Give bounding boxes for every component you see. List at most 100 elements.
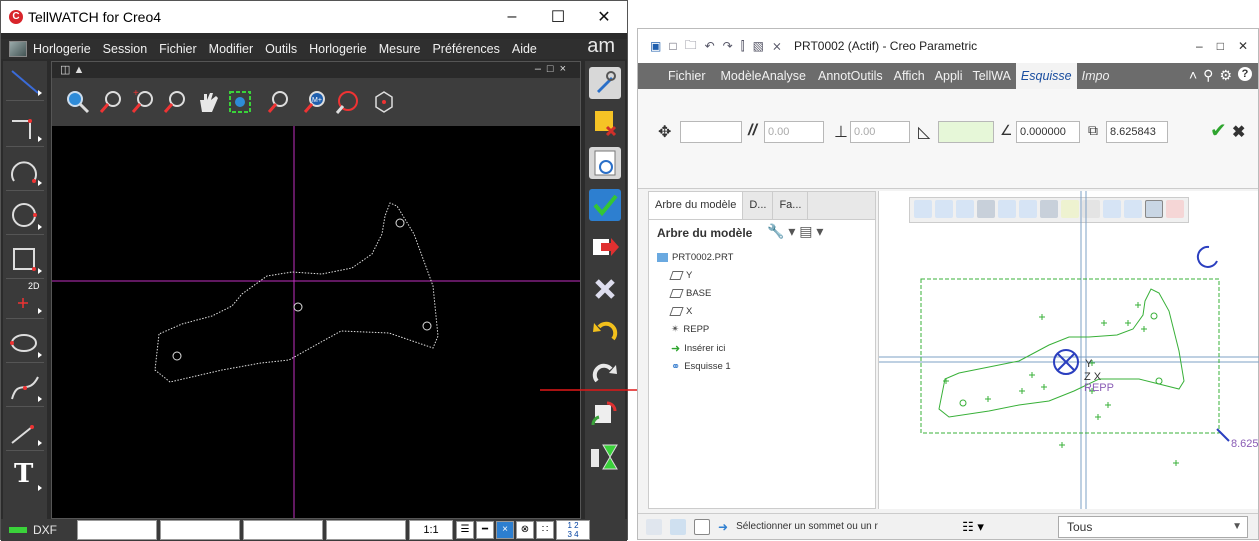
close-snap-icon[interactable]: × xyxy=(496,521,514,539)
tab-fichier[interactable]: Fichier xyxy=(638,69,718,83)
text-tool-button[interactable]: T xyxy=(6,457,44,495)
cancel-x-icon[interactable]: ✖ xyxy=(1232,122,1245,142)
ellipse-tool-button[interactable] xyxy=(6,325,44,363)
zoom-step-icon[interactable] xyxy=(162,88,190,116)
tab-applications[interactable]: Appli xyxy=(930,69,968,83)
polyline-tool-button[interactable] xyxy=(6,109,44,147)
fullscreen-icon[interactable] xyxy=(694,518,710,535)
refresh-icon[interactable] xyxy=(589,147,621,179)
tools-icon[interactable] xyxy=(589,67,621,99)
tab-model-tree[interactable]: Arbre du modèle xyxy=(649,192,744,219)
delete-layer-icon[interactable] xyxy=(589,107,621,139)
perpendicular-field[interactable]: 0.00 xyxy=(850,121,910,143)
scale-field[interactable]: 8.625843 xyxy=(1106,121,1168,143)
tree-node-repp[interactable]: ✴ REPP xyxy=(671,324,709,335)
zoom-in-icon[interactable] xyxy=(98,88,126,116)
scale-field[interactable]: 1:1 xyxy=(409,520,453,540)
zoom-out-icon[interactable]: + xyxy=(130,88,158,116)
arc-tool-button[interactable] xyxy=(6,153,44,191)
point-tool-button[interactable]: 2D xyxy=(6,281,44,319)
move-field[interactable] xyxy=(680,121,742,143)
menu-aide[interactable]: Aide xyxy=(512,42,537,56)
sketch-canvas[interactable]: Y Z X REPP 8.625 xyxy=(879,191,1259,509)
tab-details[interactable]: D... xyxy=(743,192,774,219)
circle-tool-button[interactable] xyxy=(6,197,44,235)
viewport-window-controls[interactable]: –□× xyxy=(535,63,572,75)
help-icon[interactable]: ? xyxy=(1238,67,1252,81)
fraction-icon[interactable]: 1 2 3 4 xyxy=(556,520,590,540)
tab-favorites[interactable]: Fa... xyxy=(773,192,809,219)
cancel-x-icon[interactable] xyxy=(589,273,621,305)
validate-check-icon[interactable] xyxy=(589,189,621,221)
navigator-toggle-icon[interactable] xyxy=(646,518,662,535)
tellwatch-viewport[interactable]: ◫ ▲ –□× + M+ xyxy=(51,61,581,519)
tree-node-datum-x[interactable]: X xyxy=(669,306,692,317)
browser-toggle-icon[interactable] xyxy=(670,518,686,535)
menu-horlogerie-2[interactable]: Horlogerie xyxy=(309,42,367,56)
export-icon[interactable] xyxy=(589,231,621,263)
tab-tellwatch[interactable]: TellWA xyxy=(967,69,1015,83)
save-icon[interactable]: 🗀 xyxy=(685,36,697,57)
offset-field[interactable]: 0.00 xyxy=(764,121,824,143)
maximize-button[interactable]: ☐ xyxy=(535,1,581,33)
tab-analyse[interactable]: Analyse xyxy=(762,69,814,83)
transfer-icon[interactable] xyxy=(589,399,621,431)
rectangle-tool-button[interactable] xyxy=(6,241,44,279)
creo-maximize-button[interactable]: □ xyxy=(1217,39,1224,53)
selection-filter[interactable]: Tous ▼ xyxy=(1058,516,1248,538)
zoom-icon[interactable] xyxy=(64,88,92,116)
minimize-button[interactable]: – xyxy=(489,1,535,33)
menu-outils[interactable]: Outils xyxy=(265,42,297,56)
grid-icon[interactable]: ∷ xyxy=(536,521,554,539)
app-menu-icon[interactable] xyxy=(9,41,27,57)
snap-icon[interactable]: ⊗ xyxy=(516,521,534,539)
zoom-fit-icon[interactable] xyxy=(226,88,254,116)
rotate-field[interactable] xyxy=(938,121,994,143)
regenerate-icon[interactable]: ⫿ xyxy=(741,39,745,54)
menu-preferences[interactable]: Préférences xyxy=(432,42,499,56)
close-button[interactable]: ✕ xyxy=(581,1,627,33)
tab-importer[interactable]: Impo xyxy=(1077,69,1115,83)
new-file-icon[interactable]: □ xyxy=(669,39,676,53)
tab-affichage[interactable]: Affich xyxy=(889,69,930,83)
menu-modifier[interactable]: Modifier xyxy=(209,42,253,56)
tree-node-part[interactable]: PRT0002.PRT xyxy=(657,252,733,263)
search-icon[interactable]: ⚲ xyxy=(1203,67,1213,84)
tab-outils[interactable]: Outils xyxy=(851,69,889,83)
viewport-menu-icon[interactable]: ◫ ▲ xyxy=(60,63,84,76)
line-tool-button[interactable] xyxy=(6,63,44,101)
hourglass-icon[interactable] xyxy=(589,441,621,473)
close-window-icon[interactable]: ⨯ xyxy=(772,39,782,53)
dimension-tool-button[interactable] xyxy=(6,413,44,451)
menu-fichier[interactable]: Fichier xyxy=(159,42,197,56)
menu-mesure[interactable]: Mesure xyxy=(379,42,421,56)
ribbon-collapse-icon[interactable]: ˄ xyxy=(1189,67,1197,84)
zoom-window-icon[interactable] xyxy=(266,88,294,116)
zoom-memory-icon[interactable]: M+ xyxy=(302,88,330,116)
line-weight-icon[interactable]: ━ xyxy=(476,521,494,539)
scale-handle-icon[interactable] xyxy=(1216,428,1230,442)
zoom-previous-icon[interactable] xyxy=(334,88,362,116)
undo-icon[interactable]: ↶ xyxy=(705,39,715,53)
angle-field[interactable]: 0.000000 xyxy=(1016,121,1080,143)
creo-app-icon[interactable]: ▣ xyxy=(650,39,661,53)
line-style-icon[interactable]: ☰ xyxy=(456,521,474,539)
menu-session[interactable]: Session xyxy=(103,42,147,56)
windows-icon[interactable]: ▧ xyxy=(753,39,764,53)
3d-view-icon[interactable] xyxy=(370,88,398,116)
tab-annot[interactable]: Annot xyxy=(814,69,851,83)
tab-modele[interactable]: Modèle xyxy=(718,69,762,83)
creo-minimize-button[interactable]: – xyxy=(1196,39,1203,53)
settings-icon[interactable]: ⚙ xyxy=(1219,67,1232,84)
tree-settings-icon[interactable]: 🔧 ▾ ▤ ▾ xyxy=(767,223,823,240)
find-binoculars-icon[interactable]: ☷ ▾ xyxy=(962,519,984,535)
drawing-canvas[interactable] xyxy=(52,126,580,518)
creo-graphics-area[interactable]: Y Z X REPP 8.625 xyxy=(878,191,1259,509)
creo-close-button[interactable]: ✕ xyxy=(1238,39,1248,53)
menu-horlogerie[interactable]: Horlogerie xyxy=(33,42,91,56)
spline-tool-button[interactable] xyxy=(6,369,44,407)
redo-icon[interactable]: ↷ xyxy=(723,39,733,53)
tab-esquisse[interactable]: Esquisse xyxy=(1015,63,1077,89)
tree-node-base[interactable]: BASE xyxy=(669,288,711,299)
pan-hand-icon[interactable] xyxy=(194,88,222,116)
